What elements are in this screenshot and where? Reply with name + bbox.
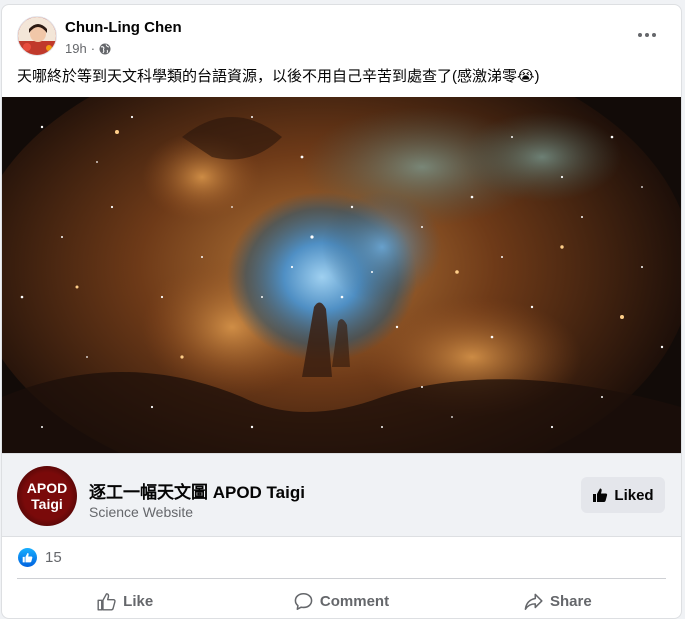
post-actions: Like Comment Share: [17, 583, 666, 618]
like-button-label: Like: [123, 592, 154, 610]
liked-button-label: Liked: [614, 486, 654, 504]
post-caption: 天哪終於等到天文科學類的台語資源，以後不用自己辛苦到處查了(感激涕零😭): [17, 68, 540, 85]
like-reaction-icon: [18, 548, 37, 567]
author-avatar[interactable]: [17, 16, 57, 56]
comment-button-label: Comment: [319, 592, 390, 610]
liked-button[interactable]: Liked: [581, 477, 665, 513]
comment-icon: [294, 592, 313, 610]
page-logo-text-line1: APOD: [26, 480, 68, 496]
more-options-icon[interactable]: [635, 23, 659, 47]
thumbs-up-icon: [593, 488, 608, 502]
post-image-nebula[interactable]: [2, 97, 681, 453]
meta-separator: ·: [90, 41, 96, 56]
globe-icon[interactable]: [99, 43, 111, 55]
page-category: Science Website: [89, 504, 194, 520]
feed-post: Chun-Ling Chen 19h · 天哪終於等到天文科學類的台語資源，以後…: [1, 4, 682, 619]
share-icon: [524, 593, 543, 610]
page-logo-text-line2: Taigi: [31, 496, 63, 512]
author-name[interactable]: Chun-Ling Chen: [65, 19, 182, 36]
comment-button[interactable]: Comment: [233, 583, 449, 618]
reactions-summary[interactable]: 15: [18, 548, 62, 567]
page-preview-card[interactable]: APOD Taigi 逐工一幅天文圖 APOD Taigi Science We…: [2, 453, 681, 537]
post-time[interactable]: 19h: [65, 41, 87, 56]
share-button-label: Share: [549, 592, 592, 610]
actions-divider: [17, 578, 666, 579]
page-name[interactable]: 逐工一幅天文圖 APOD Taigi: [89, 478, 305, 503]
post-meta: 19h ·: [65, 41, 111, 56]
reaction-count[interactable]: 15: [45, 549, 62, 566]
thumbs-up-outline-icon: [97, 592, 116, 611]
page-logo[interactable]: APOD Taigi: [17, 466, 77, 526]
share-button[interactable]: Share: [450, 583, 666, 618]
like-button[interactable]: Like: [17, 583, 233, 618]
